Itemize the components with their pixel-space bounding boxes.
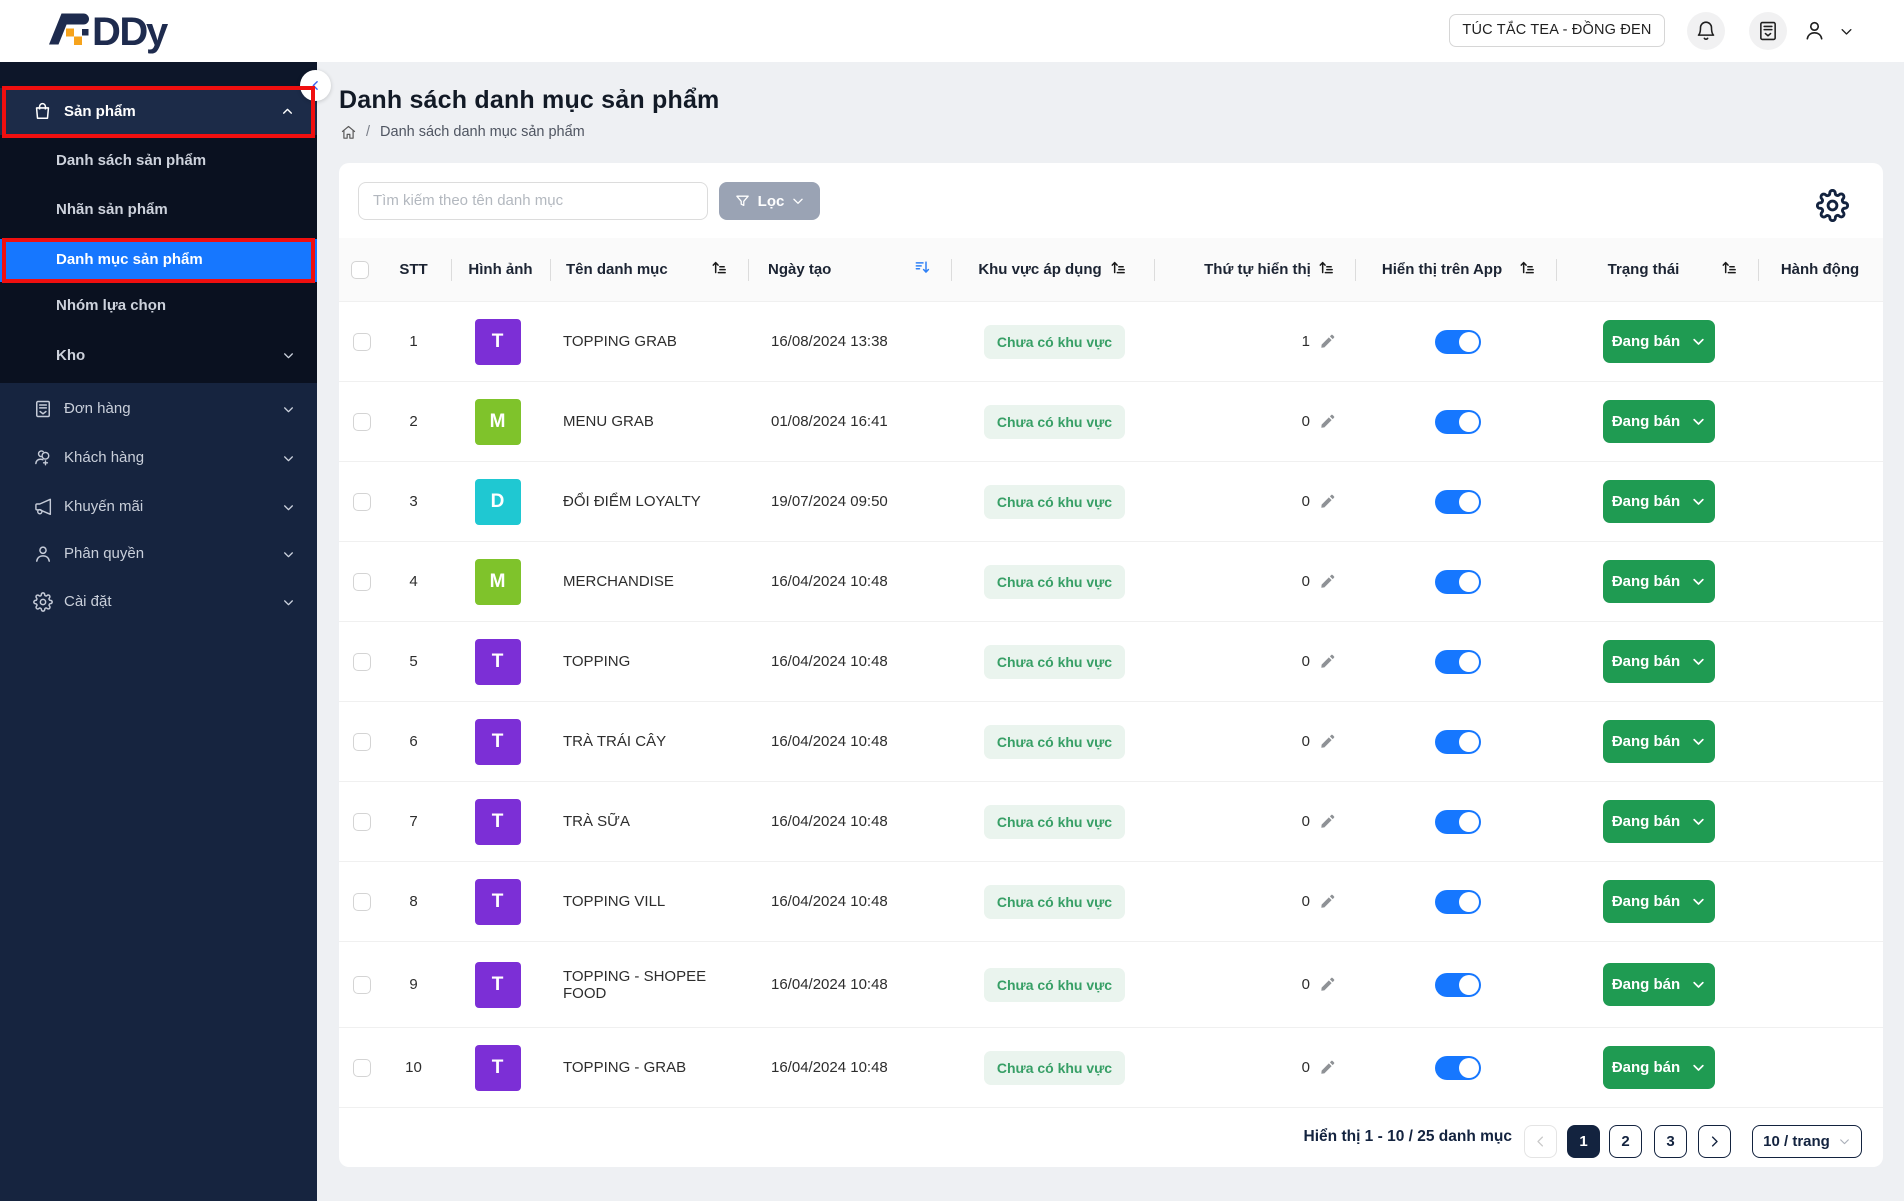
svg-text:y: y bbox=[146, 10, 169, 54]
svg-text:DD: DD bbox=[92, 10, 147, 54]
